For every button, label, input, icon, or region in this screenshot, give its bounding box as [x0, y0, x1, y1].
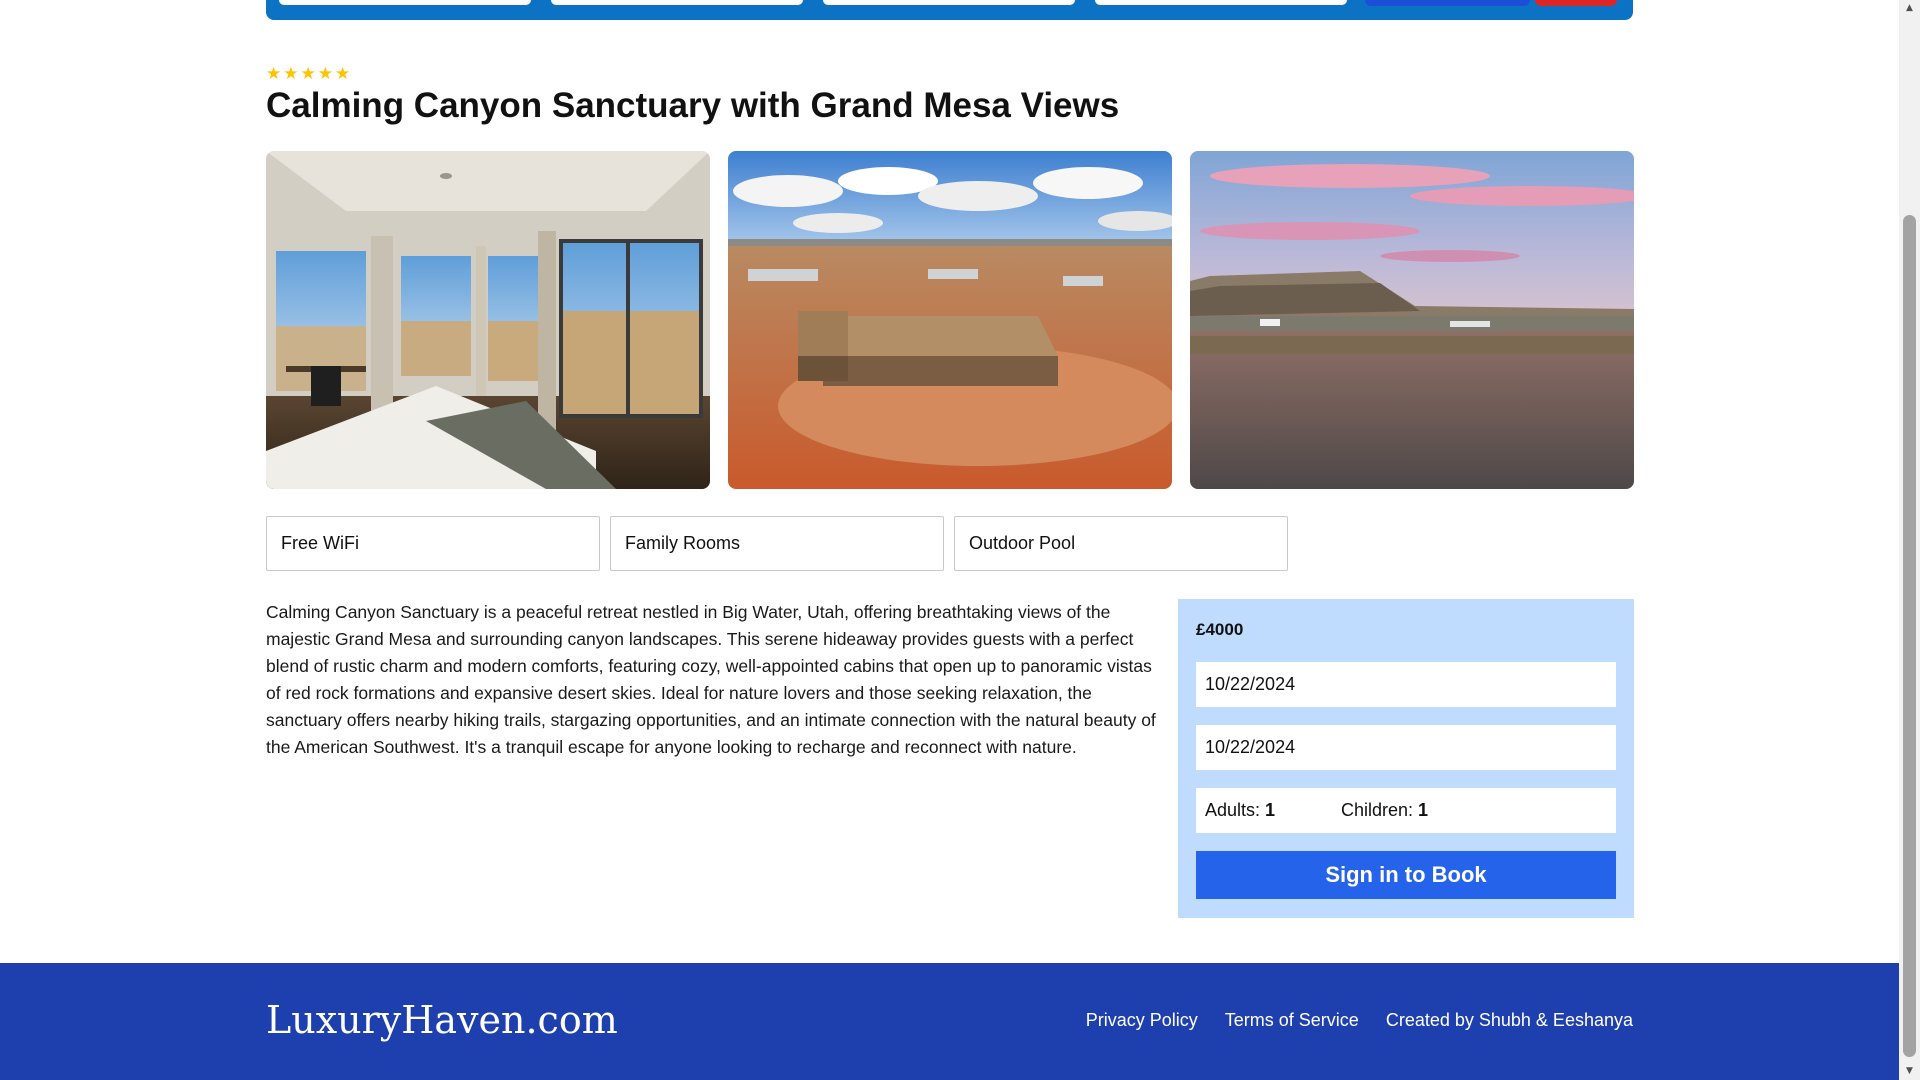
- facility-family-rooms: Family Rooms: [610, 516, 944, 571]
- sign-in-to-book-button[interactable]: Sign in to Book: [1196, 851, 1616, 899]
- scroll-down-icon[interactable]: ▼: [1899, 1063, 1920, 1080]
- hotel-photo-aerial: [728, 151, 1172, 489]
- search-button[interactable]: [1365, 0, 1530, 6]
- scrollbar-thumb[interactable]: [1903, 215, 1916, 1057]
- hotel-photo-sunset: [1190, 151, 1634, 489]
- hotel-photo-bedroom: [266, 151, 710, 489]
- price-label: £4000: [1196, 620, 1244, 639]
- star-icon: ★: [317, 64, 333, 84]
- footer-links: Privacy Policy Terms of Service Created …: [1086, 1008, 1633, 1032]
- facility-free-wifi: Free WiFi: [266, 516, 600, 571]
- hotel-title: Calming Canyon Sanctuary with Grand Mesa…: [266, 86, 1120, 125]
- hotel-description: Calming Canyon Sanctuary is a peaceful r…: [266, 602, 1156, 757]
- search-destination-field[interactable]: [279, 0, 531, 5]
- star-icon: ★: [300, 64, 316, 84]
- search-check-in-field[interactable]: [551, 0, 803, 5]
- reset-button[interactable]: [1535, 0, 1617, 6]
- booking-card: £4000 Adults: 1 Children: 1 Sign in to B…: [1178, 599, 1634, 918]
- adults-label: Adults:: [1205, 800, 1261, 820]
- check-out-date-input[interactable]: [1196, 725, 1616, 770]
- adults-group[interactable]: Adults: 1: [1205, 800, 1341, 821]
- footer: LuxuryHaven.com Privacy Policy Terms of …: [0, 963, 1899, 1080]
- guest-count-field: Adults: 1 Children: 1: [1196, 788, 1616, 833]
- children-value[interactable]: 1: [1418, 800, 1428, 821]
- check-in-date-input[interactable]: [1196, 662, 1616, 707]
- star-icon: ★: [283, 64, 299, 84]
- credits-link[interactable]: Created by Shubh & Eeshanya: [1386, 1008, 1633, 1032]
- scroll-up-icon[interactable]: ▲: [1899, 0, 1920, 17]
- children-label: Children:: [1341, 800, 1414, 820]
- footer-logo[interactable]: LuxuryHaven.com: [266, 995, 618, 1045]
- privacy-policy-link[interactable]: Privacy Policy: [1086, 1008, 1198, 1032]
- vertical-scrollbar[interactable]: ▲ ▼: [1899, 0, 1920, 1080]
- search-guests-field[interactable]: [1095, 0, 1347, 5]
- terms-of-service-link[interactable]: Terms of Service: [1225, 1008, 1359, 1032]
- page-viewport: ★ ★ ★ ★ ★ Calming Canyon Sanctuary with …: [0, 0, 1899, 1080]
- search-check-out-field[interactable]: [823, 0, 1075, 5]
- children-group[interactable]: Children: 1: [1341, 800, 1428, 821]
- star-icon: ★: [266, 64, 282, 84]
- adults-value[interactable]: 1: [1265, 800, 1275, 821]
- facility-outdoor-pool: Outdoor Pool: [954, 516, 1288, 571]
- star-icon: ★: [335, 64, 351, 84]
- star-rating: ★ ★ ★ ★ ★: [266, 64, 350, 84]
- search-bar: [266, 0, 1633, 20]
